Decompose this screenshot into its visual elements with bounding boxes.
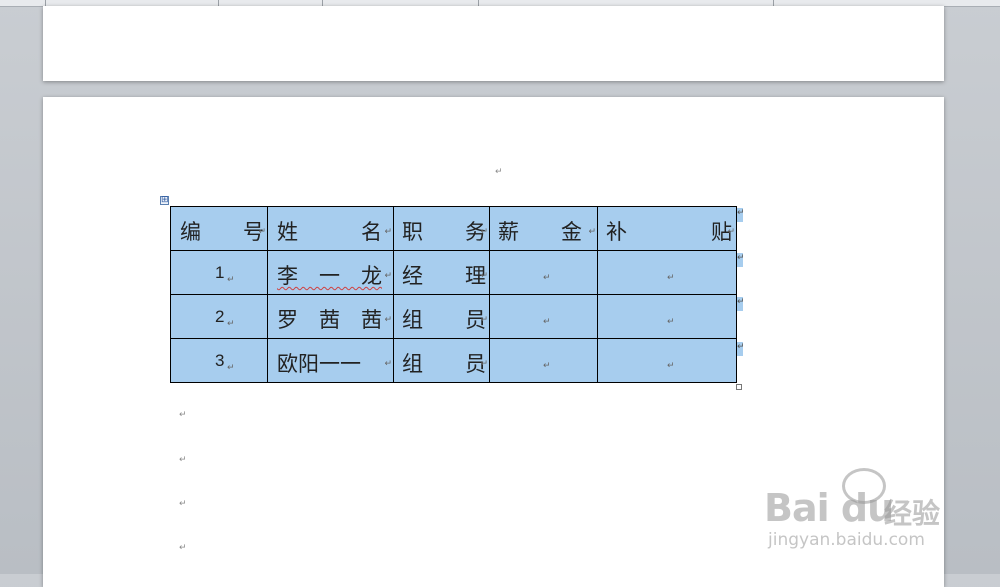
cell-title[interactable]: 组 员 ↵ [393,338,490,383]
cell-end-mark: ↵ [667,273,675,283]
header-cell-allowance[interactable]: 补 贴 ↵ [597,206,737,251]
cell-end-mark: ↵ [667,317,675,327]
cell-end-mark: ↵ [543,317,551,327]
cell-end-mark: ↵ [480,227,488,237]
watermark-brand: Bai du [764,486,894,530]
cell-title[interactable]: 组 员 ↵ [393,294,490,339]
cell-end-mark: ↵ [480,271,488,281]
cell-name[interactable]: 罗 茜 茜 ↵ [267,294,394,339]
header-id-label: 编 号 [180,220,264,244]
cell-end-mark: ↵ [480,359,488,369]
cell-end-mark: ↵ [588,227,596,237]
cell-end-mark: ↵ [727,227,735,237]
row-name: 欧阳一一 [277,352,361,376]
cell-end-mark: ↵ [543,361,551,371]
header-name-label: 姓 名 [277,220,382,244]
row-end-mark: ↵ [737,342,745,356]
cell-id[interactable]: 1 ↵ [170,250,268,295]
header-salary-label: 薪 金 [498,220,582,244]
cell-id[interactable]: 3 ↵ [170,338,268,383]
cell-allowance[interactable]: ↵ [597,250,737,295]
cell-end-mark: ↵ [543,273,551,283]
cell-end-mark: ↵ [384,227,392,237]
paragraph-mark: ↵ [179,499,187,509]
cell-end-mark: ↵ [227,319,235,329]
header-allowance-label: 补 贴 [606,220,732,244]
cell-salary[interactable]: ↵ [489,338,598,383]
row-name: 罗 茜 茜 [277,308,382,332]
table-move-handle-icon[interactable]: ⊞ [160,196,169,205]
cell-end-mark: ↵ [667,361,675,371]
paragraph-mark: ↵ [179,410,187,420]
header-cell-name[interactable]: 姓 名 ↵ [267,206,394,251]
cell-title[interactable]: 经 理 ↵ [393,250,490,295]
paragraph-mark: ↵ [179,455,187,465]
header-title-label: 职 务 [402,220,486,244]
cell-salary[interactable]: ↵ [489,294,598,339]
cell-end-mark: ↵ [258,227,266,237]
table-row: 3 ↵ 欧阳一一 ↵ 组 员 ↵ ↵ ↵ [170,338,737,383]
cell-allowance[interactable]: ↵ [597,294,737,339]
cell-end-mark: ↵ [384,271,392,281]
row-end-mark: ↵ [737,208,745,222]
row-title: 组 员 [402,308,486,332]
cell-id[interactable]: 2 ↵ [170,294,268,339]
table-row: 2 ↵ 罗 茜 茜 ↵ 组 员 ↵ ↵ ↵ [170,294,737,339]
header-cell-title[interactable]: 职 务 ↵ [393,206,490,251]
cell-end-mark: ↵ [227,363,235,373]
cell-end-mark: ↵ [384,359,392,369]
cell-end-mark: ↵ [227,275,235,285]
previous-page[interactable] [43,6,944,81]
row-title: 经 理 [402,264,486,288]
row-id: 1 [215,263,225,282]
table-row: 1 ↵ 李 一 龙 ↵ 经 理 ↵ ↵ ↵ [170,250,737,295]
header-cell-salary[interactable]: 薪 金 ↵ [489,206,598,251]
paragraph-mark: ↵ [179,543,187,553]
row-name: 李 一 龙 [277,260,382,290]
cell-end-mark: ↵ [384,315,392,325]
cell-salary[interactable]: ↵ [489,250,598,295]
data-table[interactable]: 编 号 ↵ 姓 名 ↵ 职 务 ↵ 薪 金 ↵ 补 贴 ↵ 1 ↵ 李 一 龙 ↵ 经 理 ↵ … [170,206,737,383]
watermark-url: jingyan.baidu.com [768,530,925,550]
watermark-brand-cn: 经验 [884,497,941,530]
cell-allowance[interactable]: ↵ [597,338,737,383]
table-header-row: 编 号 ↵ 姓 名 ↵ 职 务 ↵ 薪 金 ↵ 补 贴 ↵ [170,206,737,251]
header-cell-id[interactable]: 编 号 ↵ [170,206,268,251]
row-end-mark: ↵ [737,253,745,267]
table-resize-handle[interactable] [736,384,742,390]
row-end-mark: ↵ [737,297,745,311]
row-title: 组 员 [402,352,486,376]
baidu-jingyan-watermark: Bai du 经验 jingyan.baidu.com [764,466,954,566]
cell-name[interactable]: 欧阳一一 ↵ [267,338,394,383]
cell-name[interactable]: 李 一 龙 ↵ [267,250,394,295]
row-id: 3 [215,351,225,370]
row-id: 2 [215,307,225,326]
cell-end-mark: ↵ [480,315,488,325]
spellcheck-name: 李 一 龙 [277,264,382,288]
paragraph-mark: ↵ [495,167,503,177]
